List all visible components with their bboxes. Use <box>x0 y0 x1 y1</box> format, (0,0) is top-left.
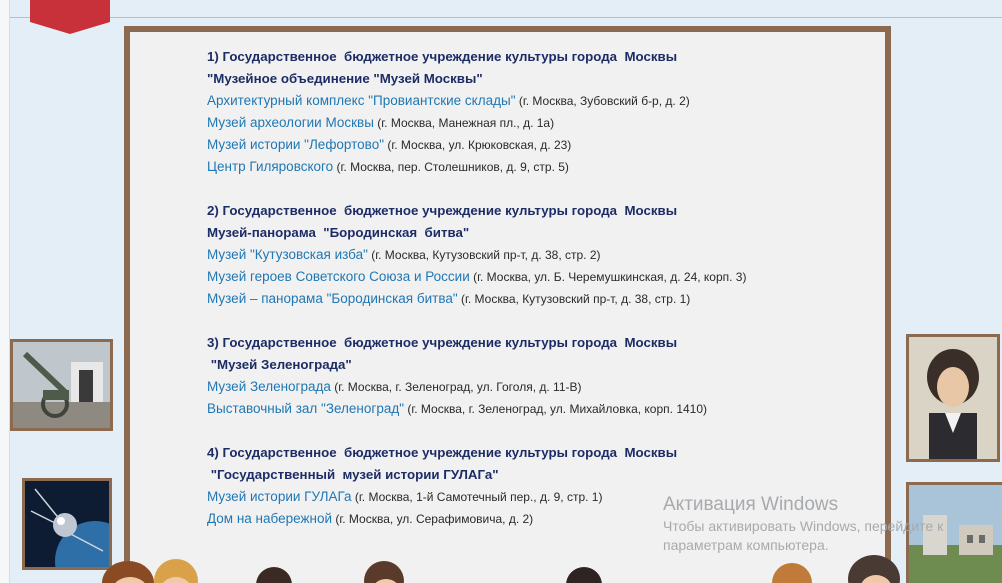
museum-link[interactable]: Дом на набережной <box>207 511 332 526</box>
org-title: 4) Государственное бюджетное учреждение … <box>207 445 678 460</box>
museum-entry: Центр Гиляровского (г. Москва, пер. Стол… <box>207 156 827 178</box>
museum-link[interactable]: Музей – панорама "Бородинская битва" <box>207 291 458 306</box>
museum-entry: Выставочный зал "Зеленоград" (г. Москва,… <box>207 398 827 420</box>
cartoon-child-illustration <box>772 563 812 583</box>
museum-entry: Музей – панорама "Бородинская битва" (г.… <box>207 288 827 310</box>
red-ribbon-decoration <box>30 0 110 34</box>
museum-link[interactable]: Музей Зеленограда <box>207 379 331 394</box>
pushkin-portrait <box>906 334 1000 462</box>
museum-address: (г. Москва, ул. Крюковская, д. 23) <box>384 138 572 152</box>
cartoon-child-illustration <box>102 561 154 583</box>
museum-link[interactable]: Музей истории "Лефортово" <box>207 137 384 152</box>
org-subtitle: "Музейное объединение "Музей Москвы" <box>207 71 483 86</box>
museum-entry: Музей "Кутузовская изба" (г. Москва, Кут… <box>207 244 827 266</box>
org-group-3: 3) Государственное бюджетное учреждение … <box>207 332 827 420</box>
cannon-picture <box>10 339 113 431</box>
museum-link[interactable]: Центр Гиляровского <box>207 159 333 174</box>
cartoon-child-illustration <box>848 555 900 583</box>
museum-entry: Музей археологии Москвы (г. Москва, Мане… <box>207 112 827 134</box>
museum-entry: Музей истории "Лефортово" (г. Москва, ул… <box>207 134 827 156</box>
org-title: 1) Государственное бюджетное учреждение … <box>207 49 678 64</box>
museum-address: (г. Москва, 1-й Самотечный пер., д. 9, с… <box>351 490 603 504</box>
museum-entry: Музей Зеленограда (г. Москва, г. Зеленог… <box>207 376 827 398</box>
museum-link[interactable]: Архитектурный комплекс "Провиантские скл… <box>207 93 515 108</box>
top-divider <box>10 17 1002 18</box>
museum-address: (г. Москва, Кутузовский пр-т, д. 38, стр… <box>457 292 691 306</box>
museum-link[interactable]: Музей археологии Москвы <box>207 115 374 130</box>
watermark-subtitle: Чтобы активировать Windows, перейдите к … <box>663 518 944 553</box>
museum-address: (г. Москва, ул. Б. Черемушкинская, д. 24… <box>469 270 747 284</box>
cartoon-child-illustration <box>566 567 602 583</box>
org-title: 2) Государственное бюджетное учреждение … <box>207 203 678 218</box>
museum-address: (г. Москва, Зубовский б-р, д. 2) <box>515 94 690 108</box>
museum-link[interactable]: Музей истории ГУЛАГа <box>207 489 352 504</box>
cartoon-child-illustration <box>256 567 292 583</box>
museum-entry: Архитектурный комплекс "Провиантские скл… <box>207 90 827 112</box>
museum-address: (г. Москва, г. Зеленоград, ул. Михайловк… <box>404 402 708 416</box>
org-group-2: 2) Государственное бюджетное учреждение … <box>207 200 827 310</box>
windows-activation-watermark: Активация Windows Чтобы активировать Win… <box>663 493 993 555</box>
cartoon-child-illustration <box>154 559 198 583</box>
org-title: 3) Государственное бюджетное учреждение … <box>207 335 678 350</box>
org-group-1: 1) Государственное бюджетное учреждение … <box>207 46 827 178</box>
museum-entry: Музей героев Советского Союза и России (… <box>207 266 827 288</box>
museum-link[interactable]: Музей "Кутузовская изба" <box>207 247 368 262</box>
org-subtitle: "Музей Зеленограда" <box>207 357 352 372</box>
museum-list: 1) Государственное бюджетное учреждение … <box>207 46 827 552</box>
museum-address: (г. Москва, ул. Серафимовича, д. 2) <box>332 512 534 526</box>
org-subtitle: Музей-панорама "Бородинская битва" <box>207 225 470 240</box>
museum-address: (г. Москва, г. Зеленоград, ул. Гоголя, д… <box>330 380 582 394</box>
watermark-title: Активация Windows <box>663 494 839 515</box>
left-edge-panel <box>0 0 10 583</box>
cartoon-child-illustration <box>364 561 404 583</box>
museum-link[interactable]: Музей героев Советского Союза и России <box>207 269 470 284</box>
museum-address: (г. Москва, Кутузовский пр-т, д. 38, стр… <box>367 248 601 262</box>
museum-address: (г. Москва, пер. Столешников, д. 9, стр.… <box>333 160 569 174</box>
museum-address: (г. Москва, Манежная пл., д. 1а) <box>373 116 555 130</box>
museum-link[interactable]: Выставочный зал "Зеленоград" <box>207 401 404 416</box>
org-subtitle: "Государственный музей истории ГУЛАГа" <box>207 467 499 482</box>
